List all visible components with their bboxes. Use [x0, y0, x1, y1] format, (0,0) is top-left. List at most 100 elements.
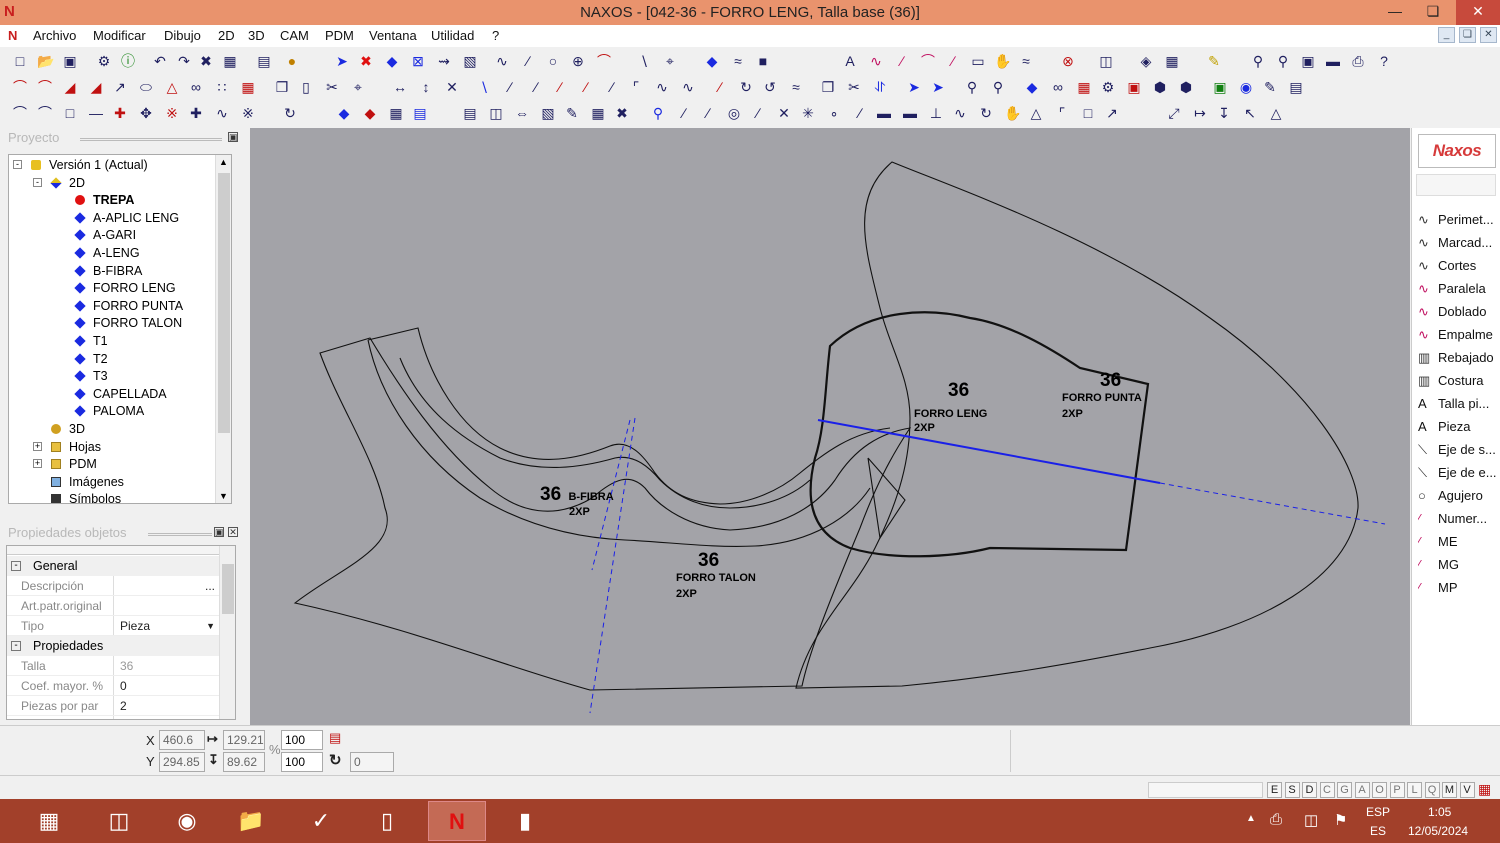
- naxos-taskbar-icon[interactable]: N: [428, 801, 486, 841]
- split-view-icon[interactable]: ◫: [488, 105, 504, 121]
- tool-me[interactable]: ∕ ME: [1418, 532, 1500, 552]
- tree-scrollbar[interactable]: ▲ ▼: [215, 155, 231, 503]
- zoom-out-icon[interactable]: ⚲: [1275, 53, 1291, 69]
- export-icon[interactable]: ◫: [1098, 53, 1114, 69]
- wave2-icon[interactable]: ∿: [654, 79, 670, 95]
- close-icon[interactable]: ✕: [1456, 0, 1500, 25]
- layer-toggle-e[interactable]: E: [1267, 782, 1282, 798]
- hand2-icon[interactable]: ✋: [1004, 105, 1021, 121]
- magnify-icon[interactable]: ⚲: [964, 79, 980, 95]
- shape2-icon[interactable]: ⬢: [1178, 79, 1194, 95]
- tool-paralela[interactable]: ∿ Paralela: [1418, 279, 1500, 299]
- file-manager-icon[interactable]: 📁: [222, 801, 280, 841]
- menu-utilidad[interactable]: Utilidad: [431, 28, 474, 43]
- wave-icon[interactable]: ∿: [868, 53, 884, 69]
- scatter-icon[interactable]: ※: [240, 105, 256, 121]
- square-dash-icon[interactable]: □: [1080, 105, 1096, 121]
- rectangle-icon[interactable]: ▭: [970, 53, 986, 69]
- drawing-canvas[interactable]: 36 B-FIBRA 2XP 36 FORRO TALON 2XP 36 FOR…: [250, 128, 1410, 725]
- table-icon[interactable]: ▤: [462, 105, 478, 121]
- zoom-window-icon[interactable]: ▣: [1300, 53, 1316, 69]
- x-coordinate-field[interactable]: 460.6: [159, 730, 205, 750]
- piezas-field[interactable]: 2: [113, 696, 219, 715]
- align-icon[interactable]: ▦: [1076, 79, 1092, 95]
- resize-icon[interactable]: ↖: [1242, 105, 1258, 121]
- anchor-icon[interactable]: ⊥: [928, 105, 944, 121]
- doc-icon[interactable]: ▤: [412, 105, 428, 121]
- circle-target-icon[interactable]: ◎: [726, 105, 742, 121]
- needle-icon[interactable]: ∕: [712, 79, 728, 95]
- tree-item[interactable]: Imágenes: [51, 474, 124, 491]
- tool-agujero[interactable]: ○ Agujero: [1418, 486, 1500, 506]
- tree-item[interactable]: Símbolos: [51, 491, 121, 503]
- chrome-icon[interactable]: ◉: [158, 801, 216, 841]
- expand-toggle-icon[interactable]: -: [13, 160, 22, 169]
- layer-settings-icon[interactable]: ▦: [1478, 781, 1491, 798]
- menu-archivo[interactable]: Archivo: [33, 28, 76, 43]
- cross-mark-icon[interactable]: ✚: [112, 105, 128, 121]
- expand-toggle-icon[interactable]: -: [33, 177, 42, 187]
- layer-toggle-s[interactable]: S: [1284, 782, 1300, 798]
- flag-tray-icon[interactable]: ⚑: [1334, 811, 1347, 829]
- menu-help[interactable]: ?: [492, 28, 499, 43]
- tree-item[interactable]: + Hojas: [33, 439, 101, 456]
- tree-item[interactable]: - Versión 1 (Actual): [13, 157, 148, 174]
- hand-icon[interactable]: ✋: [994, 53, 1011, 69]
- text-icon[interactable]: A: [842, 53, 858, 69]
- ellipsis-button[interactable]: ...: [205, 576, 215, 596]
- warning-icon[interactable]: △: [1268, 105, 1284, 121]
- clock-date[interactable]: 12/05/2024: [1408, 824, 1468, 838]
- scale-y-field[interactable]: 100: [281, 752, 323, 772]
- explorer-icon[interactable]: ◫: [90, 801, 148, 841]
- scale-lock-icon[interactable]: ▤: [329, 730, 341, 746]
- descripcion-field[interactable]: ...: [113, 576, 219, 595]
- dropdown-arrow-icon[interactable]: ▼: [206, 616, 215, 636]
- tree-item[interactable]: TREPA: [75, 192, 134, 209]
- curve-icon[interactable]: ∿: [494, 53, 510, 69]
- knife-icon[interactable]: ∕: [552, 79, 568, 95]
- ruler-icon[interactable]: ▦: [1164, 53, 1180, 69]
- piece-copy-icon[interactable]: ▦: [388, 105, 404, 121]
- scroll-up-icon[interactable]: ▲: [219, 157, 228, 167]
- layer-toggle-v[interactable]: V: [1459, 782, 1475, 798]
- layer-toggle-l[interactable]: L: [1407, 782, 1422, 798]
- pen-icon[interactable]: ∕: [894, 53, 910, 69]
- tag-icon[interactable]: ✎: [564, 105, 580, 121]
- import-icon[interactable]: ➤: [906, 79, 922, 95]
- x2-icon[interactable]: ✕: [776, 105, 792, 121]
- panel-close-icon[interactable]: ✕: [228, 527, 238, 537]
- paint-icon[interactable]: ●: [284, 53, 300, 69]
- magnify2-icon[interactable]: ⚲: [990, 79, 1006, 95]
- cut-icon[interactable]: ✂: [324, 79, 340, 95]
- stack-icon[interactable]: ▤: [1288, 79, 1304, 95]
- box-icon[interactable]: ▧: [540, 105, 556, 121]
- clock-time[interactable]: 1:05: [1428, 805, 1451, 819]
- tool-mg[interactable]: ∕ MG: [1418, 555, 1500, 575]
- tool-marcad[interactable]: ∿ Marcad...: [1418, 233, 1500, 253]
- paste-icon[interactable]: ▯: [298, 79, 314, 95]
- path-icon[interactable]: ∿: [214, 105, 230, 121]
- layer-toggle-c[interactable]: C: [1319, 782, 1335, 798]
- expand-toggle-icon[interactable]: +: [33, 441, 42, 451]
- printer-tray-icon[interactable]: ⎙: [1270, 811, 1282, 828]
- zigzag-icon[interactable]: ≈: [730, 53, 746, 69]
- diamond2-icon[interactable]: ◆: [1024, 79, 1040, 95]
- arc3-icon[interactable]: ⌒: [12, 105, 28, 121]
- mdi-restore-icon[interactable]: ❏: [1459, 27, 1476, 43]
- tree-item[interactable]: FORRO PUNTA: [74, 298, 183, 315]
- diag-line-icon[interactable]: ∖: [636, 53, 652, 69]
- rotate-icon[interactable]: ↻: [738, 79, 754, 95]
- expand-toggle-icon[interactable]: +: [33, 459, 42, 469]
- tree-item[interactable]: + PDM: [33, 456, 97, 473]
- arc2-tool-icon[interactable]: ⌒: [37, 79, 53, 95]
- arc-icon[interactable]: ⌒: [596, 53, 612, 69]
- properties-icon[interactable]: ▦: [222, 53, 238, 69]
- mdi-minimize-icon[interactable]: _: [1438, 27, 1455, 43]
- menu-modificar[interactable]: Modificar: [93, 28, 146, 43]
- config-icon[interactable]: ⚙: [1100, 79, 1116, 95]
- tool-costura[interactable]: ▥ Costura: [1418, 371, 1500, 391]
- scroll-down-icon[interactable]: ▼: [219, 491, 228, 501]
- piece-arrows-icon[interactable]: ◆: [336, 105, 352, 121]
- tool-pieza[interactable]: A Pieza: [1418, 417, 1500, 437]
- scale-x-field[interactable]: 100: [281, 730, 323, 750]
